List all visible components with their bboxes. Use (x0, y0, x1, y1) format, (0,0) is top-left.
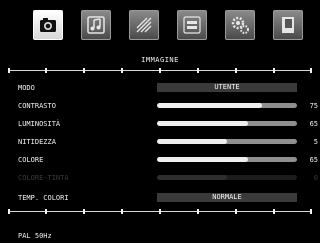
color-row[interactable]: COLORE 65 (0, 153, 320, 167)
menu-title: IMMAGINE (141, 56, 179, 64)
color-temp-label: TEMP. COLORI (18, 194, 69, 202)
sharpness-row[interactable]: NITIDEZZA 5 (0, 135, 320, 149)
menu-tab-bar (0, 10, 320, 46)
tab-settings[interactable] (225, 10, 255, 40)
brightness-fill (157, 121, 248, 126)
sharpness-slider[interactable] (157, 139, 297, 144)
mode-label: MODO (18, 84, 35, 92)
contrast-row[interactable]: CONTRASTO 75 (0, 99, 320, 113)
color-slider[interactable] (157, 157, 297, 162)
separator-ruler (8, 68, 312, 74)
tab-sound[interactable] (81, 10, 111, 40)
contrast-fill (157, 103, 262, 108)
tab-picture[interactable] (33, 10, 63, 40)
brightness-value: 65 (309, 120, 318, 128)
contrast-value: 75 (309, 102, 318, 110)
tint-value: 0 (313, 174, 318, 182)
gear-icon (231, 16, 249, 34)
sharpness-label: NITIDEZZA (18, 138, 56, 146)
signal-status: PAL 50Hz (18, 232, 52, 240)
tab-guide[interactable] (273, 10, 303, 40)
book-icon (282, 17, 294, 33)
contrast-label: CONTRASTO (18, 102, 56, 110)
tab-features[interactable] (129, 10, 159, 40)
mode-row[interactable]: MODO UTENTE (0, 81, 320, 95)
tint-slider (157, 175, 297, 180)
separator-ruler-bottom (8, 209, 312, 215)
mode-select[interactable]: UTENTE (157, 83, 297, 92)
color-fill (157, 157, 248, 162)
camera-icon (40, 18, 56, 32)
brightness-row[interactable]: LUMINOSITÀ 65 (0, 117, 320, 131)
brush-icon (136, 17, 152, 33)
cable-icon (183, 16, 201, 34)
sharpness-fill (157, 139, 227, 144)
brightness-slider[interactable] (157, 121, 297, 126)
color-temp-row[interactable]: TEMP. COLORI NORMALE (0, 191, 320, 205)
sharpness-value: 5 (313, 138, 318, 146)
music-icon (87, 16, 105, 34)
tab-source[interactable] (177, 10, 207, 40)
color-value: 65 (309, 156, 318, 164)
tint-label: COLORE-TINTA (18, 174, 69, 182)
tint-fill (157, 175, 227, 180)
color-temp-select[interactable]: NORMALE (157, 193, 297, 202)
color-label: COLORE (18, 156, 44, 164)
tint-row: COLORE-TINTA 0 (0, 171, 320, 185)
contrast-slider[interactable] (157, 103, 297, 108)
brightness-label: LUMINOSITÀ (18, 120, 61, 128)
